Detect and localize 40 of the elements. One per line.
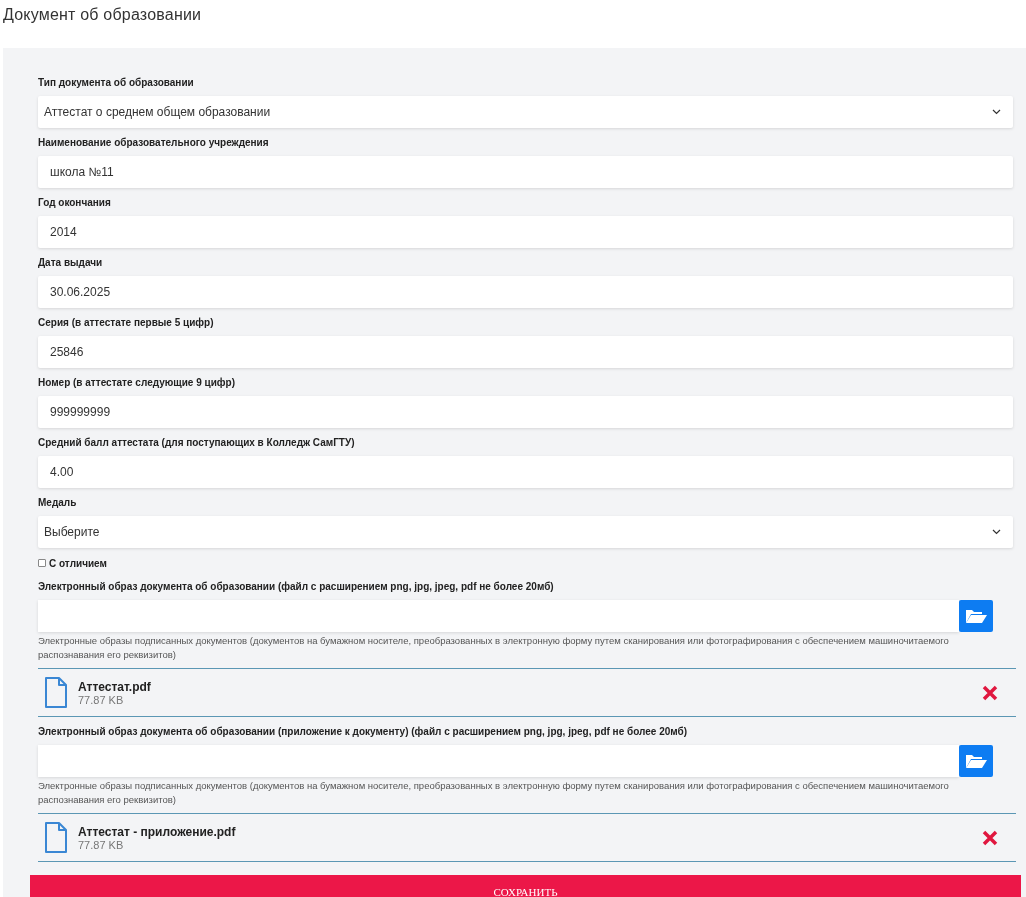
field-label: Дата выдачи [38,256,104,270]
upload-label: Электронный образ документа об образовании (приложение к документу) (файл с расширением png, jpg, jpeg, pdf не более 20мб) [38,725,689,739]
file-icon [44,821,68,854]
field-label: Номер (в аттестате следующие 9 цифр) [38,376,236,390]
input-field[interactable]: 25846 [38,336,1013,368]
field-label: Год окончания [38,196,112,210]
upload-label: Электронный образ документа об образовании (файл с расширением png, jpg, jpeg, pdf не более 20мб) [38,580,555,594]
field-label: Средний балл аттестата (для поступающих в Колледж СамГТУ) [38,436,356,450]
save-button[interactable]: СОХРАНИТЬ [30,875,1021,897]
remove-icon[interactable] [982,684,998,701]
upload-hint: Электронные образы подписанных документов (документов на бумажном носителе, преобразованных в электронную форму путем сканирования или фотографирования с обеспечением машиночитаемого распознавания его реквизитов) [38,634,950,662]
remove-icon[interactable] [982,829,998,846]
select-field[interactable]: Выберите [38,516,1013,548]
input-field[interactable]: школа №11 [38,156,1013,188]
input-field[interactable]: 4.00 [38,456,1013,488]
checkbox-label: С отличием [49,557,107,569]
field-label: Тип документа об образовании [38,76,195,90]
file-field[interactable] [38,600,959,632]
upload-hint: Электронные образы подписанных документов (документов на бумажном носителе, преобразованных в электронную форму путем сканирования или фотографирования с обеспечением машиночитаемого распознавания его реквизитов) [38,779,950,807]
file-name: Аттестат - приложение.pdf [78,824,237,839]
file-name: Аттестат.pdf [78,679,152,694]
file-size: 77.87 KB [78,838,125,851]
field-label: Наименование образовательного учреждения [38,136,270,150]
folder-icon [965,753,987,769]
input-field[interactable]: 999999999 [38,396,1013,428]
file-size: 77.87 KB [78,693,124,706]
folder-icon [965,608,987,624]
chevron-icon [992,529,1001,535]
input-field[interactable]: 2014 [38,216,1013,248]
field-label: Медаль [38,496,78,510]
input-field[interactable]: 30.06.2025 [38,276,1013,308]
file-field[interactable] [38,745,959,777]
field-label: Серия (в аттестате первые 5 цифр) [38,316,215,330]
chevron-icon [992,109,1001,115]
page-title: Документ об образовании [2,5,203,25]
browse-button[interactable] [959,600,993,632]
checkbox[interactable] [38,559,46,567]
select-field[interactable]: Аттестат о среднем общем образовании [38,96,1013,128]
browse-button[interactable] [959,745,993,777]
file-icon [44,676,68,709]
